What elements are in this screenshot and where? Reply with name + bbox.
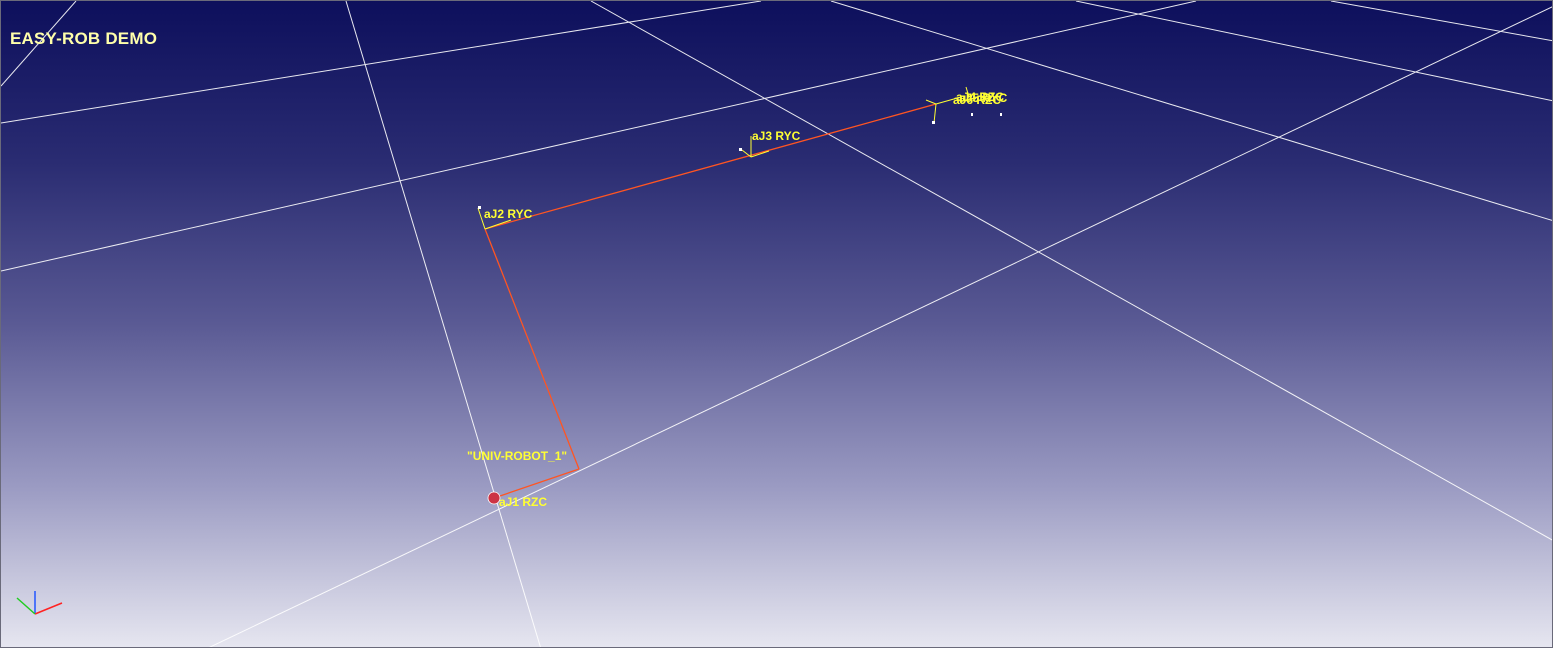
joint-frame-ticks <box>478 113 1002 209</box>
grid-line <box>590 1 1552 541</box>
joint-label-j3: aJ3 RYC <box>752 129 801 143</box>
grid-line <box>1330 1 1552 42</box>
3d-viewport[interactable]: "UNIV-ROBOT_1" aJ1 RZC aJ2 RYC aJ3 RYC a… <box>0 0 1553 648</box>
grid-line <box>345 1 541 647</box>
robot-link <box>493 468 580 499</box>
viewport-title: EASY-ROB DEMO <box>10 29 158 48</box>
ground-grid <box>1 1 1552 647</box>
grid-line <box>830 1 1552 221</box>
grid-line <box>1 1 762 124</box>
scene-canvas[interactable]: "UNIV-ROBOT_1" aJ1 RZC aJ2 RYC aJ3 RYC a… <box>1 1 1553 648</box>
y-axis-icon <box>16 597 36 615</box>
grid-line <box>1 1 1197 272</box>
frame-tick <box>739 148 742 151</box>
frame-tick <box>1000 113 1002 116</box>
robot-links <box>484 103 937 499</box>
robot-name-label: "UNIV-ROBOT_1" <box>467 449 567 463</box>
x-axis-icon <box>34 602 63 615</box>
robot-link <box>484 103 937 230</box>
frame-tick <box>971 113 973 116</box>
joint-label-j6: aJ6 RZC <box>953 93 1001 107</box>
grid-line <box>209 6 1552 647</box>
robot-link <box>484 228 580 470</box>
joint-label-j2: aJ2 RYC <box>484 207 533 221</box>
axis-triad <box>16 591 63 615</box>
joint-label-j1: aJ1 RZC <box>499 495 547 509</box>
frame-tick <box>932 121 935 124</box>
frame-tick <box>478 206 481 209</box>
grid-line <box>1075 1 1552 102</box>
joint-frames <box>477 86 970 230</box>
